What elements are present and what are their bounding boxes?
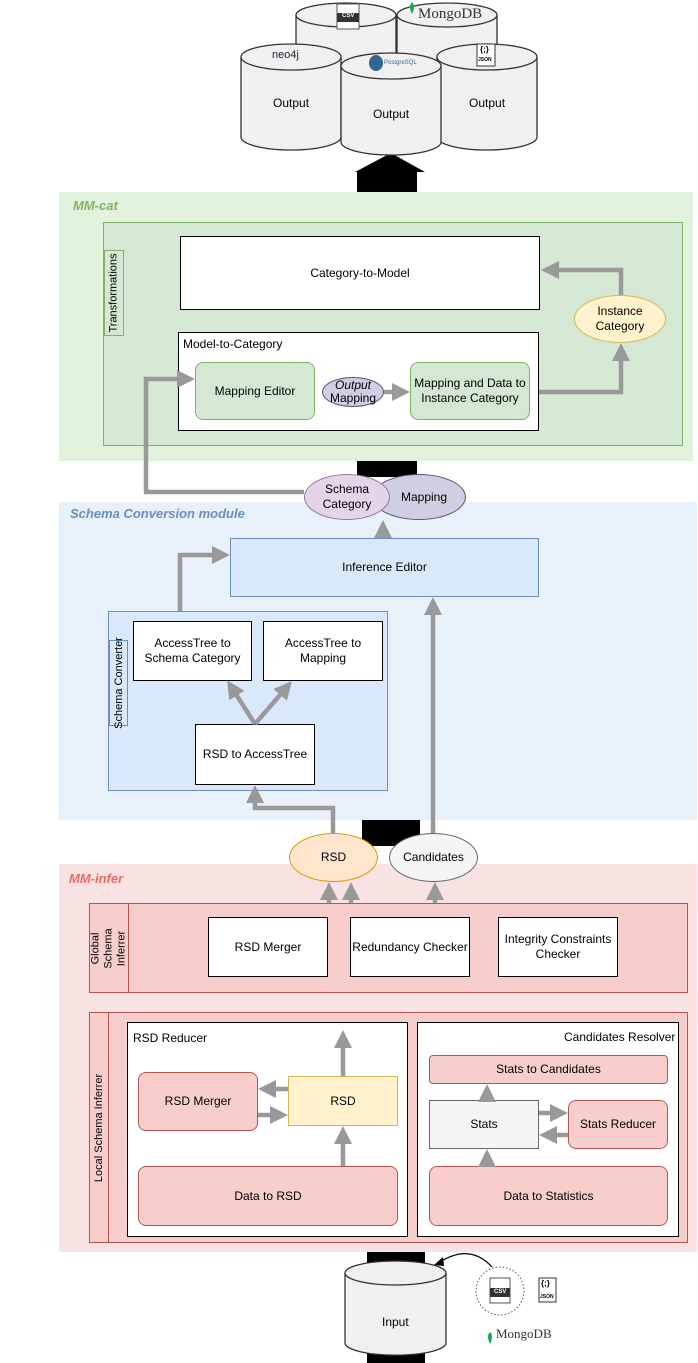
csv-logo: CSV xyxy=(494,1289,507,1295)
input-db-label: Input xyxy=(382,1315,409,1329)
json-icon: {;} xyxy=(541,1279,550,1288)
input-database xyxy=(344,1253,557,1356)
json-logo: JSON xyxy=(540,1294,554,1300)
mongodb-logo: MongoDB xyxy=(496,1326,552,1341)
